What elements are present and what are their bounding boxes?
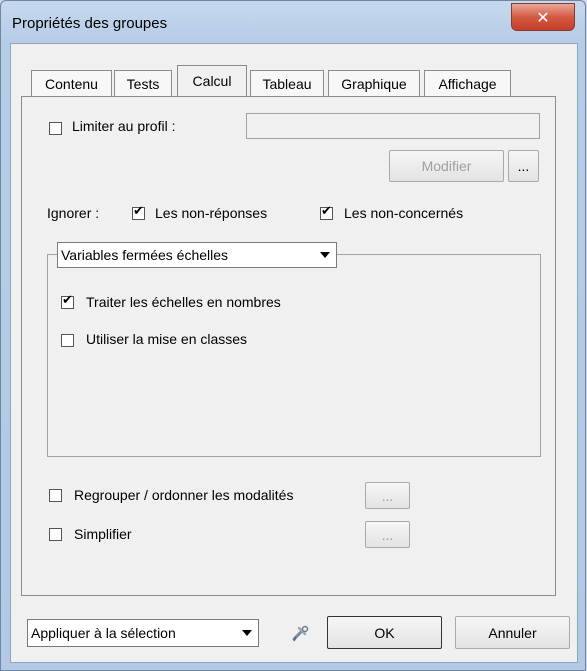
tab-contenu[interactable]: Contenu (31, 70, 112, 96)
chevron-down-icon (238, 622, 256, 644)
simplify-label: Simplifier (74, 526, 132, 542)
simplify-options-button[interactable]: ... (365, 521, 410, 548)
title-bar: Propriétés des groupes ✕ (1, 1, 587, 43)
window-title: Propriétés des groupes (12, 15, 168, 32)
regroup-label: Regrouper / ordonner les modalités (74, 487, 294, 503)
non-responses-label: Les non-réponses (155, 205, 268, 221)
non-concerned-label: Les non-concernés (344, 205, 464, 221)
close-button[interactable]: ✕ (511, 3, 575, 31)
variables-type-select[interactable]: Variables fermées échelles (57, 242, 337, 268)
tab-affichage[interactable]: Affichage (424, 70, 511, 96)
cancel-button[interactable]: Annuler (455, 616, 570, 649)
use-classes-label: Utiliser la mise en classes (86, 331, 248, 347)
ignore-label: Ignorer : (47, 205, 100, 221)
tab-graphique[interactable]: Graphique (328, 70, 420, 96)
chevron-down-icon (316, 245, 334, 265)
tab-tableau[interactable]: Tableau (250, 70, 324, 96)
modify-button[interactable]: Modifier (389, 150, 504, 182)
limit-profile-checkbox[interactable] (49, 122, 62, 135)
limit-profile-label: Limiter au profil : (72, 118, 176, 134)
scales-numbers-label: Traiter les échelles en nombres (86, 294, 281, 310)
close-icon: ✕ (536, 7, 550, 27)
modify-browse-button[interactable]: ... (508, 150, 539, 182)
variables-group (47, 254, 541, 457)
non-concerned-checkbox[interactable] (320, 204, 333, 220)
ok-button[interactable]: OK (327, 616, 442, 649)
tools-icon[interactable] (290, 624, 310, 644)
profile-field[interactable] (246, 113, 540, 139)
simplify-checkbox[interactable] (49, 528, 62, 541)
regroup-checkbox[interactable] (49, 489, 62, 502)
tab-calcul[interactable]: Calcul (177, 65, 247, 96)
apply-scope-select[interactable]: Appliquer à la sélection (27, 619, 259, 647)
scales-numbers-checkbox[interactable] (61, 293, 74, 309)
non-responses-checkbox[interactable] (132, 204, 145, 220)
tab-tests[interactable]: Tests (114, 70, 172, 96)
use-classes-checkbox[interactable] (61, 334, 74, 347)
regroup-options-button[interactable]: ... (365, 482, 410, 509)
